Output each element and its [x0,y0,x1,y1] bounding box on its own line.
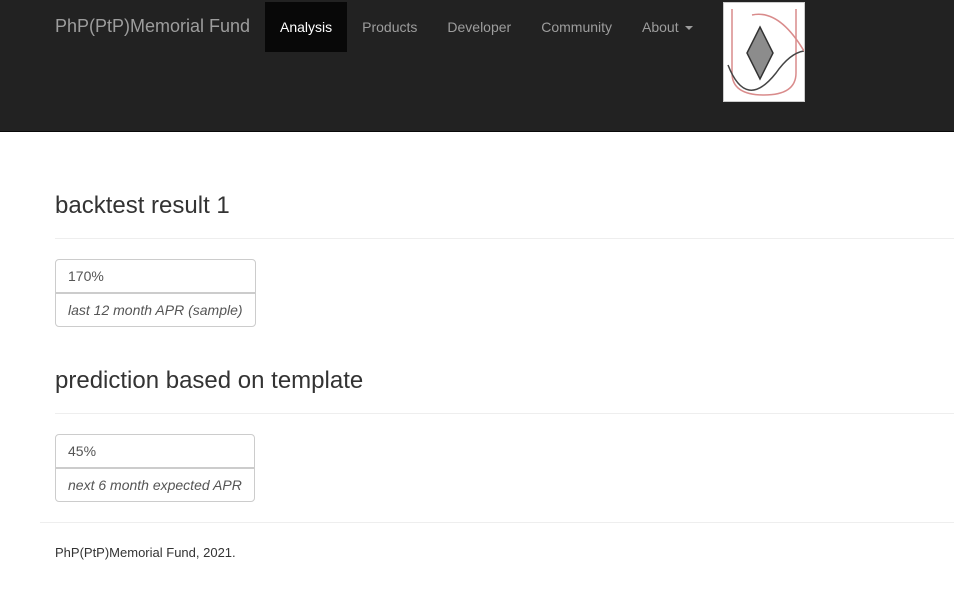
backtest-apr-field[interactable]: 170% [55,259,256,293]
nav-item-products[interactable]: Products [347,2,432,52]
backtest-apr-caption: last 12 month APR (sample) [55,293,256,327]
caret-down-icon [684,26,693,31]
nav-item-about-label: About [642,19,679,35]
nav-menu: Analysis Products Developer Community Ab… [265,2,708,52]
brand-link[interactable]: PhP(PtP)Memorial Fund [55,16,250,36]
prediction-apr-field[interactable]: 45% [55,434,255,468]
nav-item-about[interactable]: About [627,2,708,52]
section-title-backtest: backtest result 1 [55,192,230,219]
section-title-prediction: prediction based on template [55,367,364,394]
section-divider [55,238,954,239]
nav-item-developer[interactable]: Developer [432,2,526,52]
footer-divider [40,522,954,523]
nav-item-community[interactable]: Community [526,2,627,52]
section-divider [55,413,954,414]
prediction-apr-caption: next 6 month expected APR [55,468,255,502]
footer-copyright: PhP(PtP)Memorial Fund, 2021. [55,545,236,560]
nav-item-analysis[interactable]: Analysis [265,2,348,52]
diamond-logo-icon [723,2,805,102]
top-navbar: PhP(PtP)Memorial Fund Analysis Products … [0,0,954,132]
